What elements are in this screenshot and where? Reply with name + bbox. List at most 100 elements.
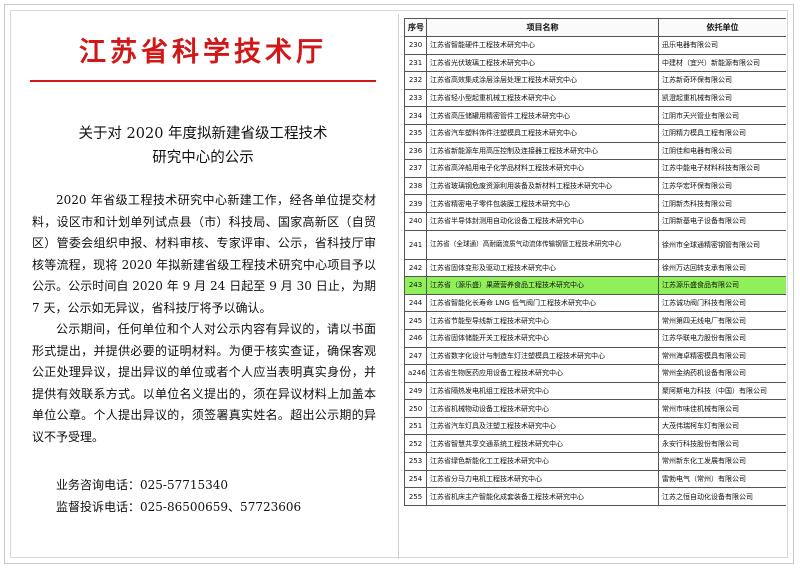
project-name: 江苏省汽车灯具及注塑工程技术研究中心 (426, 416, 659, 436)
table-header-row: 序号 项目名称 依托单位 (404, 18, 786, 37)
host-unit: 中建材（宜兴）新能源有限公司 (658, 53, 786, 73)
row-number: 234 (404, 106, 427, 125)
consult-phone-number: 025-57715340 (140, 478, 229, 492)
host-unit: 徐州万达回转支承有限公司 (658, 258, 786, 278)
masthead-red-rule (30, 80, 376, 82)
project-name: 江苏省数字化设计与制造车灯注塑模具工程技术研究中心 (426, 346, 659, 366)
table-row: a246 江苏省生物医药应用设备工程技术研究中心 常州金纳药机设备有限公司 (404, 364, 786, 383)
row-number: 249 (404, 381, 427, 401)
panel-divider (398, 14, 399, 559)
table-row: 244 江苏省智能化长寿命 LNG 低气阀门工程技术研究中心 江苏诚功阀门科技有限公… (404, 293, 786, 313)
table-body: 230 江苏省智能硬件工程技术研究中心 迅乐电器有限公司 231 江苏省光伏玻璃工程技术… (404, 36, 786, 506)
table-row: 243 江苏省（源乐盛）果蔬营养食品工程技术研究中心 江苏源乐盛食品有限公司 (404, 276, 786, 295)
table-row: 236 江苏省新能源车用高压控制及连接器工程技术研究中心 江阴佳和电器有限公司 (404, 141, 786, 161)
project-name: 江苏省智能化长寿命 LNG 低气阀门工程技术研究中心 (426, 293, 659, 313)
notice-document: 江苏省科学技术厅 关于对 2020 年度拟新建省级工程技术 研究中心的公示 20… (16, 16, 390, 556)
row-number: 240 (404, 211, 427, 231)
project-table: 序号 项目名称 依托单位 230 江苏省智能硬件工程技术研究中心 迅乐电器有限公司 2… (404, 18, 786, 506)
row-number: 243 (404, 276, 427, 295)
header-no: 序号 (404, 18, 427, 37)
row-number: 245 (404, 311, 427, 330)
host-unit: 江阴新基电子设备有限公司 (658, 211, 786, 231)
table-row: 237 江苏省高淬船用电子化学品材料工程技术研究中心 江苏中能电子材料科技有限公司 (404, 159, 786, 178)
row-number: 247 (404, 346, 427, 366)
project-name: 江苏省固体变形及驱动工程技术研究中心 (426, 258, 659, 278)
table-row: 252 江苏省智慧共享交通系统工程技术研究中心 永安行科技股份有限公司 (404, 434, 786, 454)
table-row: 241 江苏省（全球通）高耐磨流质气动流体传输钢管工程技术研究中心 徐州市全球通精密… (404, 229, 786, 260)
supervise-phone-row: 监督投诉电话：025-86500659、57723606 (56, 496, 390, 518)
project-name: 江苏省（全球通）高耐磨流质气动流体传输钢管工程技术研究中心 (426, 229, 659, 260)
table-row: 242 江苏省固体变形及驱动工程技术研究中心 徐州万达回转支承有限公司 (404, 258, 786, 278)
host-unit: 江苏新奇环保有限公司 (658, 71, 786, 90)
header-name: 项目名称 (426, 18, 659, 37)
row-number: 252 (404, 434, 427, 454)
table-row: 247 江苏省数字化设计与制造车灯注塑模具工程技术研究中心 常州海卓精密模具有限公司 (404, 346, 786, 366)
table-row: 246 江苏省固体储能开关工程技术研究中心 江苏华联电力股份有限公司 (404, 328, 786, 348)
host-unit: 常州新东化工发展有限公司 (658, 452, 786, 471)
notice-title-line1: 关于对 2020 年度拟新建省级工程技术 (78, 126, 328, 142)
row-number: 250 (404, 399, 427, 418)
project-name: 江苏省节能型导线新工程技术研究中心 (426, 311, 659, 330)
notice-title: 关于对 2020 年度拟新建省级工程技术 研究中心的公示 (16, 122, 390, 170)
project-name: 江苏省半导体封测用自动化设备工程技术研究中心 (426, 211, 659, 231)
notice-masthead: 江苏省科学技术厅 (79, 37, 327, 68)
table-row: 240 江苏省半导体封测用自动化设备工程技术研究中心 江阴新基电子设备有限公司 (404, 211, 786, 231)
notice-title-line2: 研究中心的公示 (152, 150, 254, 166)
host-unit: 江苏诚功阀门科技有限公司 (658, 293, 786, 313)
row-number: 237 (404, 159, 427, 178)
table-row: 254 江苏省分马力电机工程技术研究中心 雷勃电气（常州）有限公司 (404, 469, 786, 489)
consult-phone-row: 业务咨询电话：025-57715340 (56, 474, 390, 496)
project-name: 江苏省汽车塑料饰件注塑模具工程技术研究中心 (426, 123, 659, 143)
project-name: 江苏省（源乐盛）果蔬营养食品工程技术研究中心 (426, 276, 659, 295)
row-number: 230 (404, 36, 427, 55)
host-unit: 江苏源乐盛食品有限公司 (658, 276, 786, 295)
project-name: 江苏省高压储罐用精密管件工程技术研究中心 (426, 106, 659, 125)
project-name: 江苏省分马力电机工程技术研究中心 (426, 469, 659, 489)
project-name: 江苏省新能源车用高压控制及连接器工程技术研究中心 (426, 141, 659, 161)
host-unit: 徐州市全球通精密钢管有限公司 (658, 229, 786, 260)
project-name: 江苏省光伏玻璃工程技术研究中心 (426, 53, 659, 73)
notice-body: 2020 年省级工程技术研究中心新建工作，经各单位提交材料，设区市和计划单列试点… (32, 190, 376, 448)
table-row: 230 江苏省智能硬件工程技术研究中心 迅乐电器有限公司 (404, 36, 786, 55)
table-row: 249 江苏省隔热发电机组工程技术研究中心 聚阿斯电力科技（中国）有限公司 (404, 381, 786, 401)
host-unit: 凯澄起重机械有限公司 (658, 88, 786, 108)
project-name: 江苏省高淬船用电子化学品材料工程技术研究中心 (426, 159, 659, 178)
row-number: 254 (404, 469, 427, 489)
table-row: 251 江苏省汽车灯具及注塑工程技术研究中心 大茂伟瑞柯车灯有限公司 (404, 416, 786, 436)
row-number: 255 (404, 487, 427, 506)
table-row: 232 江苏省高效集成涂层涂层处理工程技术研究中心 江苏新奇环保有限公司 (404, 71, 786, 90)
supervise-phone-number: 025-86500659、57723606 (140, 500, 302, 514)
project-list-sheet: 序号 项目名称 依托单位 230 江苏省智能硬件工程技术研究中心 迅乐电器有限公司 2… (404, 18, 786, 558)
consult-phone-label: 业务咨询电话： (56, 478, 141, 492)
notice-paragraph-1: 2020 年省级工程技术研究中心新建工作，经各单位提交材料，设区市和计划单列试点… (32, 193, 376, 315)
table-row: 253 江苏省绿色新能化工工程技术研究中心 常州新东化工发展有限公司 (404, 452, 786, 471)
supervise-phone-label: 监督投诉电话： (56, 500, 141, 514)
project-name: 江苏省固体储能开关工程技术研究中心 (426, 328, 659, 348)
host-unit: 江阴新杰科技有限公司 (658, 194, 786, 213)
row-number: 238 (404, 176, 427, 196)
table-row: 245 江苏省节能型导线新工程技术研究中心 常州第四无线电厂有限公司 (404, 311, 786, 330)
row-number: 239 (404, 194, 427, 213)
project-name: 江苏省智慧共享交通系统工程技术研究中心 (426, 434, 659, 454)
project-name: 江苏省玻璃钢危废资源利用装备及新材料工程技术研究中心 (426, 176, 659, 196)
project-name: 江苏省绿色新能化工工程技术研究中心 (426, 452, 659, 471)
project-name: 江苏省隔热发电机组工程技术研究中心 (426, 381, 659, 401)
row-number: 235 (404, 123, 427, 143)
header-unit: 依托单位 (658, 18, 786, 37)
row-number: 251 (404, 416, 427, 436)
table-row: 238 江苏省玻璃钢危废资源利用装备及新材料工程技术研究中心 江苏华宏环保有限公司 (404, 176, 786, 196)
row-number: 253 (404, 452, 427, 471)
host-unit: 江苏中能电子材料科技有限公司 (658, 159, 786, 178)
row-number: 232 (404, 71, 427, 90)
host-unit: 迅乐电器有限公司 (658, 36, 786, 55)
project-name: 江苏省精密电子零件包装膜工程技术研究中心 (426, 194, 659, 213)
host-unit: 江阴市天兴管业有限公司 (658, 106, 786, 125)
row-number: 231 (404, 53, 427, 73)
host-unit: 常州市味佳机械有限公司 (658, 399, 786, 418)
host-unit: 聚阿斯电力科技（中国）有限公司 (658, 381, 786, 401)
row-number: 236 (404, 141, 427, 161)
host-unit: 雷勃电气（常州）有限公司 (658, 469, 786, 489)
project-name: 江苏省轻小型起重机械工程技术研究中心 (426, 88, 659, 108)
table-row: 235 江苏省汽车塑料饰件注塑模具工程技术研究中心 江阴精力模具工程有限公司 (404, 123, 786, 143)
host-unit: 常州海卓精密模具有限公司 (658, 346, 786, 366)
